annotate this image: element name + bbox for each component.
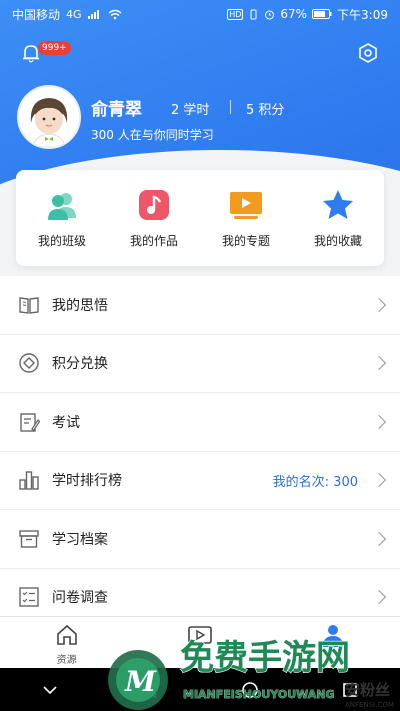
chevron-right-icon	[371, 531, 387, 546]
quick-my-class[interactable]: 我的班级	[16, 170, 108, 266]
tab-video[interactable]	[133, 617, 266, 668]
menu-label: 问卷调查	[52, 590, 108, 607]
settings-icon[interactable]	[358, 43, 378, 63]
battery-percent: 67%	[280, 7, 308, 21]
quick-my-works[interactable]: 我的作品	[108, 170, 200, 266]
nav-hide-icon[interactable]	[40, 680, 60, 700]
status-bar: 中国移动 4G HD 67% 下午3:09	[0, 0, 400, 28]
username: 俞青翠	[91, 100, 142, 120]
chevron-right-icon	[371, 356, 387, 371]
menu-list: 我的思悟 积分兑换 考试 学时排行榜 我的名次: 300 学习档案 问卷调查	[0, 276, 400, 627]
chevron-right-icon	[371, 297, 387, 312]
tab-resources[interactable]: 资源	[0, 617, 133, 668]
hours-unit: 学时	[183, 103, 210, 118]
play-icon	[188, 626, 212, 644]
nav-recents-icon[interactable]	[340, 680, 360, 700]
quick-my-favorites[interactable]: 我的收藏	[292, 170, 384, 266]
quick-label: 我的专题	[221, 234, 270, 248]
clock: 下午3:09	[337, 7, 388, 22]
quick-label: 我的班级	[37, 234, 86, 248]
star-icon	[323, 190, 353, 219]
book-icon	[19, 296, 39, 314]
battery-icon	[312, 9, 332, 19]
carrier-label: 中国移动	[12, 7, 61, 22]
online-count: 300 人在与你同时学习	[91, 128, 214, 142]
video-icon	[230, 192, 262, 219]
alarm-icon	[265, 10, 275, 19]
nav-home-icon[interactable]	[240, 680, 260, 700]
quick-label: 我的作品	[129, 234, 178, 248]
music-icon	[139, 190, 169, 220]
chevron-right-icon	[371, 473, 387, 488]
notification-badge: 999+	[38, 41, 71, 55]
tab-profile[interactable]	[267, 617, 400, 668]
menu-item-points-exchange[interactable]: 积分兑换	[0, 335, 400, 393]
home-icon	[56, 624, 77, 645]
user-icon	[323, 625, 344, 647]
stat-divider	[230, 100, 231, 114]
points-value: 5	[246, 103, 255, 118]
study-hours: 2 学时	[171, 99, 209, 118]
bottom-tab-bar: 资源	[0, 616, 400, 668]
class-icon	[48, 193, 76, 220]
hours-value: 2	[171, 103, 180, 118]
avatar[interactable]	[17, 85, 81, 149]
quick-label: 我的收藏	[313, 234, 362, 248]
hd-icon: HD	[227, 8, 244, 20]
avatar-illustration	[19, 87, 79, 147]
archive-icon	[19, 530, 39, 548]
my-rank-value: 我的名次: 300	[272, 474, 358, 490]
menu-item-ranking[interactable]: 学时排行榜 我的名次: 300	[0, 452, 400, 510]
menu-label: 考试	[52, 414, 80, 431]
menu-label: 学时排行榜	[52, 473, 122, 490]
quick-access-card: 我的班级 我的作品 我的专题 我的收藏	[16, 170, 384, 266]
exchange-icon	[19, 353, 39, 373]
quick-my-topics[interactable]: 我的专题	[200, 170, 292, 266]
menu-label: 积分兑换	[52, 356, 108, 373]
wifi-icon	[108, 9, 121, 19]
menu-item-archive[interactable]: 学习档案	[0, 510, 400, 569]
menu-label: 我的思悟	[52, 297, 108, 314]
points-unit: 积分	[258, 103, 285, 118]
network-label: 4G	[66, 7, 82, 21]
system-nav-bar	[0, 668, 400, 711]
menu-item-thoughts[interactable]: 我的思悟	[0, 276, 400, 335]
exam-icon	[20, 413, 40, 432]
chevron-right-icon	[371, 414, 387, 429]
menu-label: 学习档案	[52, 531, 108, 548]
chevron-right-icon	[371, 590, 387, 605]
survey-icon	[19, 587, 39, 607]
points: 5 积分	[246, 99, 284, 118]
vibrate-icon	[250, 9, 257, 19]
tab-label: 资源	[56, 655, 77, 666]
nav-back-icon[interactable]	[140, 680, 160, 700]
signal-icon	[87, 10, 99, 19]
menu-item-exam[interactable]: 考试	[0, 393, 400, 452]
ranking-icon	[19, 471, 39, 490]
